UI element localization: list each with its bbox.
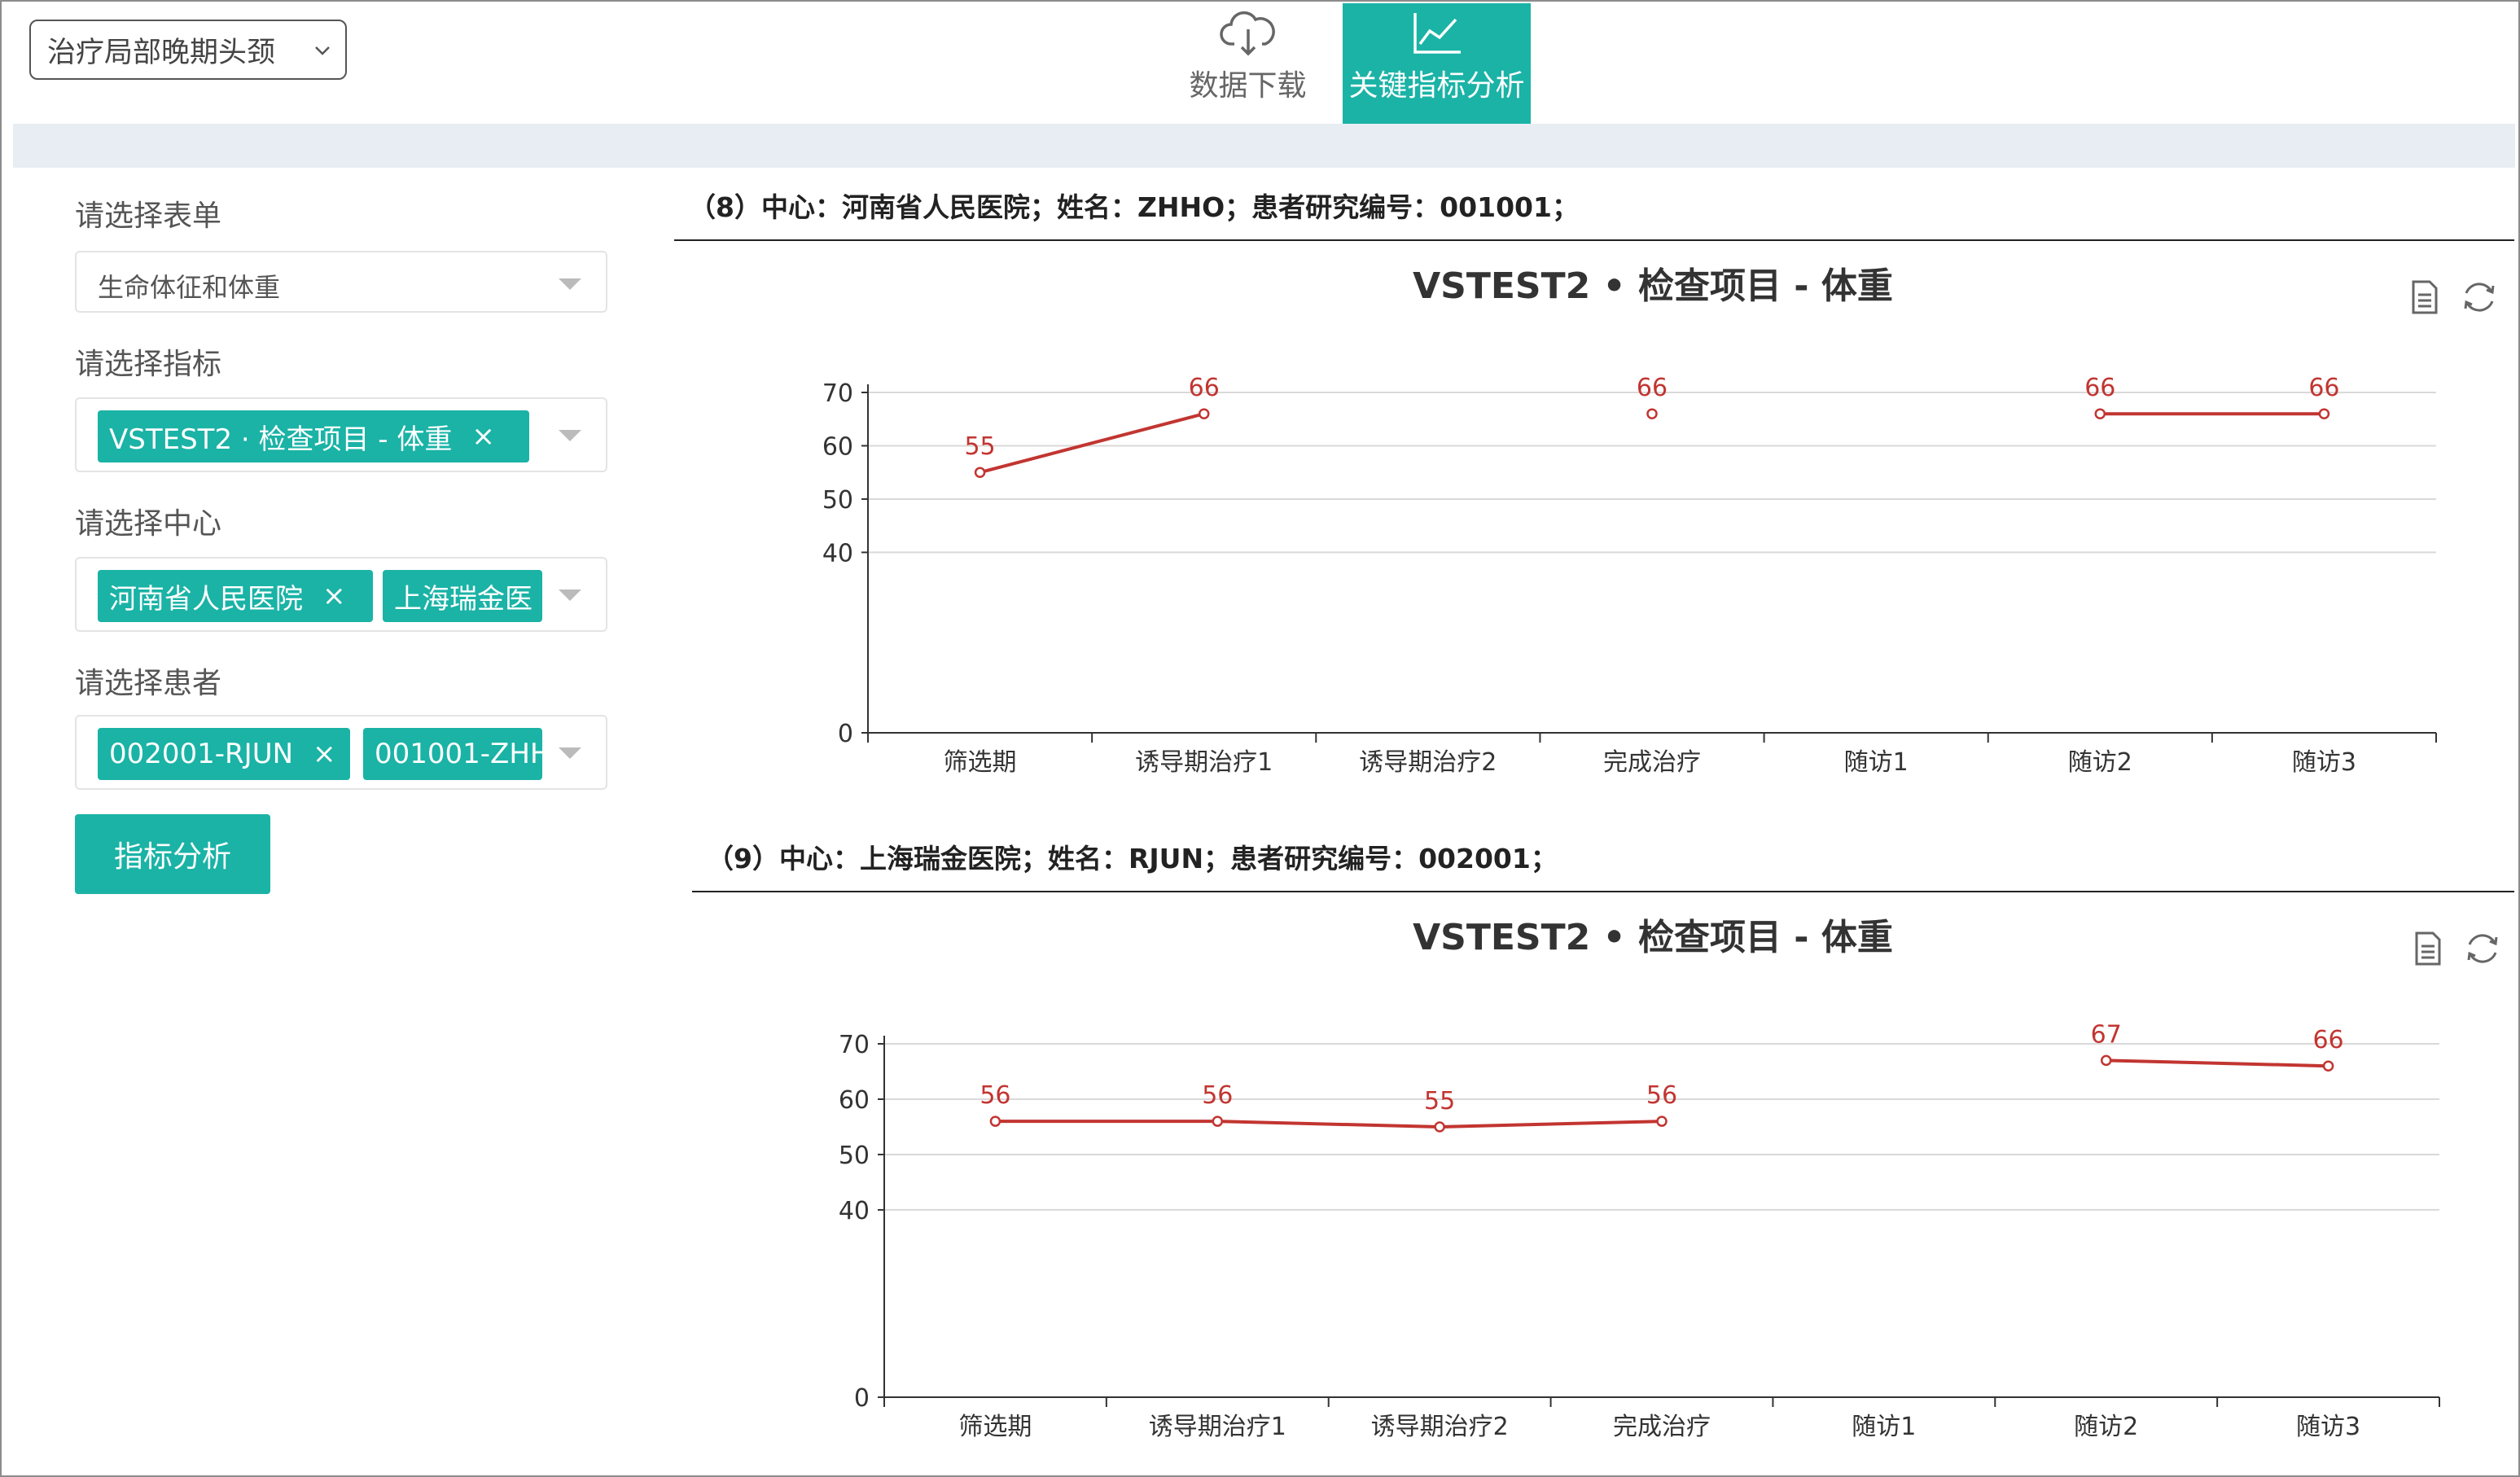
x-tick-label: 随访1 [1852, 1413, 1916, 1441]
dropdown-arrow-icon [559, 747, 581, 759]
patient-tag-label: 001001-ZHH [375, 738, 542, 770]
y-tick-label: 40 [822, 539, 853, 568]
data-label: 56 [1646, 1081, 1677, 1110]
data-point [1212, 1115, 1224, 1127]
data-point [1198, 408, 1210, 419]
x-tick-label: 诱导期治疗2 [1359, 748, 1497, 777]
dropdown-arrow-icon [559, 430, 581, 441]
center-tag-label: 河南省人民医院 [109, 582, 303, 616]
series-line-segment [2106, 1058, 2329, 1068]
dropdown-arrow-icon [559, 278, 581, 290]
series-line-segment [1217, 1120, 1440, 1129]
patient-tag: 001001-ZHH [363, 728, 542, 780]
form-select[interactable]: 生命体征和体重 [75, 251, 607, 313]
indicator-label: 请选择指标 [75, 348, 222, 381]
data-view-icon[interactable] [2410, 280, 2439, 314]
cloud-download-icon [1219, 11, 1275, 56]
data-point [2094, 408, 2106, 419]
series-line-segment [1440, 1120, 1663, 1129]
indicator-select[interactable]: VSTEST2 · 检查项目 - 体重 × [75, 397, 607, 472]
form-label: 请选择表单 [75, 199, 222, 233]
data-label: 66 [2308, 374, 2339, 402]
data-point [989, 1115, 1001, 1127]
section-divider [674, 239, 2514, 241]
restore-icon[interactable] [2464, 930, 2501, 967]
tab-data-download-label: 数据下载 [1189, 69, 1307, 103]
x-tick-label: 随访2 [2074, 1413, 2138, 1441]
data-point [974, 467, 986, 478]
data-label: 55 [1424, 1087, 1455, 1115]
data-point [2322, 1060, 2334, 1072]
x-tick-label: 筛选期 [944, 748, 1017, 777]
tag-remove-icon[interactable]: × [313, 738, 336, 770]
section-divider [692, 891, 2514, 892]
y-tick-label: 60 [822, 432, 853, 461]
tag-remove-icon[interactable]: × [471, 420, 495, 453]
study-select-value: 治疗局部晚期头颈 [47, 36, 276, 69]
chevron-down-icon [315, 46, 330, 55]
center-label: 请选择中心 [75, 507, 222, 541]
x-tick-label: 完成治疗 [1613, 1413, 1711, 1441]
data-label: 67 [2091, 1020, 2122, 1049]
study-select[interactable]: 治疗局部晚期头颈 [29, 20, 347, 80]
chart-title: VSTEST2 • 检查项目 - 体重 [1413, 917, 1893, 958]
y-tick-label: 60 [839, 1086, 870, 1115]
data-point [1656, 1115, 1668, 1127]
data-view-icon[interactable] [2413, 931, 2443, 966]
y-tick-label: 50 [822, 486, 853, 515]
analyze-button[interactable]: 指标分析 [75, 814, 270, 894]
weight-line-chart: VSTEST2 • 检查项目 - 体重 0 40 50 60 70 筛选期 诱导期治疗1 诱导期… [839, 917, 2440, 1441]
x-tick-label: 诱导期治疗1 [1135, 748, 1273, 777]
data-label: 66 [2084, 374, 2115, 402]
data-label: 66 [1189, 374, 1220, 402]
form-select-value: 生命体征和体重 [98, 272, 281, 303]
data-label: 66 [1637, 374, 1668, 402]
tab-data-download[interactable]: 数据下载 [1172, 3, 1323, 124]
y-tick-label: 0 [854, 1384, 870, 1413]
data-point [1434, 1121, 1445, 1133]
restore-icon[interactable] [2461, 278, 2498, 316]
data-label: 56 [980, 1081, 1010, 1110]
data-point [2100, 1054, 2112, 1067]
series-line-segment [980, 412, 1205, 475]
indicator-tag-label: VSTEST2 · 检查项目 - 体重 [109, 423, 453, 456]
data-point [2318, 408, 2330, 419]
patient-select[interactable]: 002001-RJUN × 001001-ZHH [75, 715, 607, 790]
data-label: 66 [2312, 1026, 2343, 1054]
x-tick-label: 随访1 [1844, 748, 1909, 777]
tab-key-indicator-analysis-label: 关键指标分析 [1348, 69, 1525, 103]
y-tick-label: 70 [839, 1031, 870, 1059]
center-tag: 上海瑞金医 [383, 570, 542, 622]
dropdown-arrow-icon [559, 589, 581, 601]
patient-tag: 002001-RJUN × [98, 728, 350, 780]
x-tick-label: 诱导期治疗1 [1149, 1413, 1286, 1441]
center-tag: 河南省人民医院 × [98, 570, 373, 622]
chart-title: VSTEST2 • 检查项目 - 体重 [1413, 265, 1893, 307]
patient-header: （8）中心：河南省人民医院；姓名：ZHHO；患者研究编号：001001； [689, 191, 1579, 223]
subheader-band [13, 124, 2515, 168]
x-tick-label: 随访2 [2068, 748, 2132, 777]
data-point [1646, 408, 1658, 419]
center-select[interactable]: 河南省人民医院 × 上海瑞金医 [75, 557, 607, 632]
x-tick-label: 完成治疗 [1603, 748, 1701, 777]
x-tick-label: 随访3 [2296, 1413, 2360, 1441]
y-tick-label: 50 [839, 1142, 870, 1170]
patient-tag-label: 002001-RJUN [109, 738, 294, 770]
y-tick-label: 70 [822, 379, 853, 408]
center-tag-label: 上海瑞金医 [394, 582, 532, 616]
indicator-tag: VSTEST2 · 检查项目 - 体重 × [98, 410, 529, 462]
x-tick-label: 随访3 [2292, 748, 2356, 777]
data-label: 56 [1202, 1081, 1233, 1110]
patient-header: （9）中心：上海瑞金医院；姓名：RJUN；患者研究编号：002001； [707, 843, 1558, 874]
tab-key-indicator-analysis[interactable]: 关键指标分析 [1343, 3, 1531, 124]
patient-label: 请选择患者 [75, 667, 222, 700]
x-tick-label: 诱导期治疗2 [1371, 1413, 1509, 1441]
x-tick-label: 筛选期 [958, 1413, 1032, 1441]
tag-remove-icon[interactable]: × [322, 580, 346, 612]
weight-line-chart: VSTEST2 • 检查项目 - 体重 0 40 50 60 70 筛选期 诱导期治疗1 诱导期… [822, 265, 2437, 777]
y-tick-label: 0 [838, 720, 853, 748]
y-tick-label: 40 [839, 1197, 870, 1225]
line-chart-icon [1413, 13, 1461, 54]
data-label: 55 [964, 432, 995, 461]
